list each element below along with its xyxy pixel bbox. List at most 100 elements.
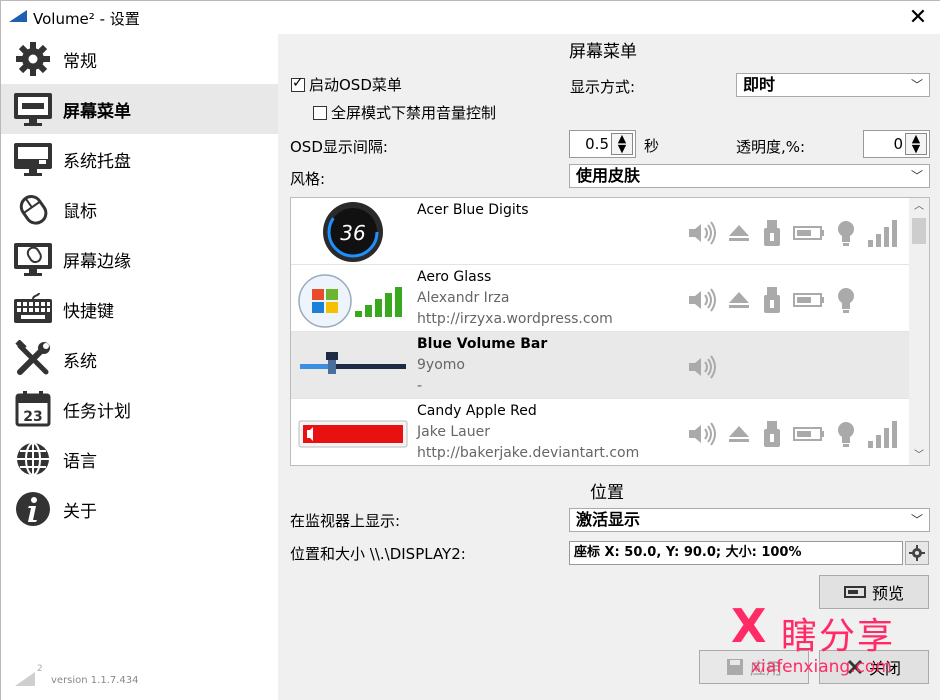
settings-window: Volume² - 设置 ✕ 常规 屏幕菜单 系统托盘 鼠标 屏幕边缘 快捷键 …: [0, 0, 940, 700]
chevron-down-icon: ﹀: [910, 78, 923, 92]
monitor-label: 在监视器上显示:: [290, 512, 401, 530]
skin-row-blue-volume-bar[interactable]: Blue Volume Bar 9yomo -: [291, 332, 911, 399]
skin-list-scrollbar[interactable]: ︿ ﹀: [909, 198, 929, 465]
skin-row-candy-apple-red[interactable]: Candy Apple Red Jake Lauer http://bakerj…: [291, 399, 911, 465]
sidebar-item-label: 语言: [63, 451, 97, 472]
skin-feature-icons: [687, 352, 717, 382]
style-value: 使用皮肤: [576, 166, 641, 185]
opacity-stepper[interactable]: 0 ▲ ▼: [863, 130, 930, 158]
monitor-icon: [13, 90, 53, 128]
skin-row-acer-blue-digits[interactable]: 36 Acer Blue Digits: [291, 198, 911, 265]
blue-volume-bar-thumbnail: [300, 352, 406, 374]
apply-label: 应用: [749, 659, 782, 678]
eject-icon: [729, 426, 749, 442]
chevron-down-icon[interactable]: ﹀: [909, 447, 929, 465]
skin-list[interactable]: 36 Acer Blue Digits Aero Glass Alexandr …: [290, 197, 930, 466]
bulb-icon: [838, 422, 854, 447]
skin-row-aero-glass[interactable]: Aero Glass Alexandr Irza http://irzyxa.w…: [291, 265, 911, 332]
signal-bars-icon: [868, 421, 897, 448]
skin-url: http://bakerjake.deviantart.com: [417, 445, 640, 461]
version-logo-text: 2: [37, 664, 43, 674]
gear-icon: [13, 40, 53, 78]
preview-button[interactable]: 预览: [819, 575, 929, 609]
skin-author: 9yomo: [417, 357, 465, 373]
osd-interval-unit: 秒: [644, 137, 660, 155]
monitor-dropdown[interactable]: 激活显示 ﹀: [569, 508, 930, 532]
sidebar-item-language[interactable]: 语言: [1, 434, 278, 484]
fullscreen-disable-checkbox[interactable]: [313, 106, 327, 120]
style-dropdown[interactable]: 使用皮肤 ﹀: [569, 164, 930, 188]
battery-icon: [793, 427, 824, 441]
version-logo-icon: 2: [15, 664, 43, 686]
enable-osd-label: 启动OSD菜单: [309, 76, 402, 94]
skin-name: Blue Volume Bar: [417, 336, 548, 352]
close-button[interactable]: 关闭: [819, 650, 929, 684]
skin-url: -: [417, 378, 423, 394]
display-mode-dropdown[interactable]: 即时 ﹀: [736, 73, 930, 97]
close-icon: ✕: [908, 5, 928, 30]
position-size-label: 位置和大小 \\.\DISPLAY2:: [290, 545, 466, 563]
osd-preview-icon: [843, 586, 866, 598]
display-mode-label: 显示方式:: [570, 78, 636, 96]
sidebar-item-label: 鼠标: [63, 201, 97, 222]
usb-icon: [764, 421, 780, 447]
speaker-icon: [689, 221, 716, 245]
skin-name: Acer Blue Digits: [417, 202, 529, 218]
globe-icon: [13, 440, 53, 478]
candy-apple-red-thumbnail: [298, 420, 408, 448]
sidebar-item-mouse[interactable]: 鼠标: [1, 184, 278, 234]
position-size-field[interactable]: 座标 X: 50.0, Y: 90.0; 大小: 100%: [569, 541, 903, 565]
calendar-icon: 23: [13, 390, 53, 428]
close-icon: [847, 659, 863, 675]
osd-section-title: 屏幕菜单: [569, 42, 637, 62]
position-settings-button[interactable]: [905, 541, 929, 565]
scroll-thumb[interactable]: [912, 218, 926, 244]
battery-icon: [793, 226, 824, 240]
sidebar-item-general[interactable]: 常规: [1, 34, 278, 84]
sidebar: 常规 屏幕菜单 系统托盘 鼠标 屏幕边缘 快捷键 系统 23 任务计划 语言 关…: [1, 34, 278, 700]
enable-osd-checkbox[interactable]: [291, 75, 305, 92]
osd-interval-value: 0.5: [585, 135, 609, 153]
bulb-icon: [838, 221, 854, 246]
opacity-value: 0: [893, 135, 903, 153]
sidebar-item-label: 屏幕菜单: [63, 101, 131, 122]
info-icon: [13, 490, 53, 528]
usb-icon: [764, 287, 780, 313]
style-label: 风格:: [290, 170, 326, 188]
skin-feature-icons: [687, 218, 899, 248]
sidebar-item-osd[interactable]: 屏幕菜单: [1, 84, 278, 134]
signal-bars-icon: [868, 220, 897, 247]
close-window-button[interactable]: ✕: [895, 1, 940, 34]
sidebar-item-hotkeys[interactable]: 快捷键: [1, 284, 278, 334]
stepper-arrows-icon[interactable]: ▲ ▼: [611, 133, 633, 155]
skin-url: http://irzyxa.wordpress.com: [417, 311, 613, 327]
osd-interval-stepper[interactable]: 0.5 ▲ ▼: [569, 130, 636, 158]
apply-button[interactable]: 应用: [699, 650, 809, 684]
fullscreen-disable-label: 全屏模式下禁用音量控制: [331, 104, 497, 122]
osd-interval-label: OSD显示间隔:: [290, 138, 388, 156]
mouse-icon: [13, 190, 53, 228]
sidebar-item-system[interactable]: 系统: [1, 334, 278, 384]
chevron-down-icon: ﹀: [910, 169, 923, 183]
speaker-icon: [689, 355, 716, 379]
sidebar-item-tray[interactable]: 系统托盘: [1, 134, 278, 184]
sidebar-item-scheduler[interactable]: 23 任务计划: [1, 384, 278, 434]
chevron-up-icon[interactable]: ︿: [909, 198, 929, 216]
tools-icon: [13, 340, 53, 378]
preview-label: 预览: [871, 584, 904, 603]
sidebar-item-label: 关于: [63, 501, 97, 522]
gear-icon: [909, 545, 925, 561]
position-section-title: 位置: [590, 483, 624, 503]
sidebar-item-about[interactable]: 关于: [1, 484, 278, 534]
opacity-label: 透明度,%:: [736, 138, 806, 156]
stepper-arrows-icon[interactable]: ▲ ▼: [905, 133, 927, 155]
keyboard-icon: [13, 290, 53, 328]
tray-icon: [13, 140, 53, 178]
sidebar-item-screen-edge[interactable]: 屏幕边缘: [1, 234, 278, 284]
skin-name: Candy Apple Red: [417, 403, 537, 419]
position-size-value: 座标 X: 50.0, Y: 90.0; 大小: 100%: [574, 545, 802, 560]
thumbnail-digits: 36: [340, 221, 365, 245]
window-title: Volume² - 设置: [33, 10, 140, 28]
speaker-icon: [689, 422, 716, 446]
aero-glass-thumbnail: [298, 274, 402, 328]
